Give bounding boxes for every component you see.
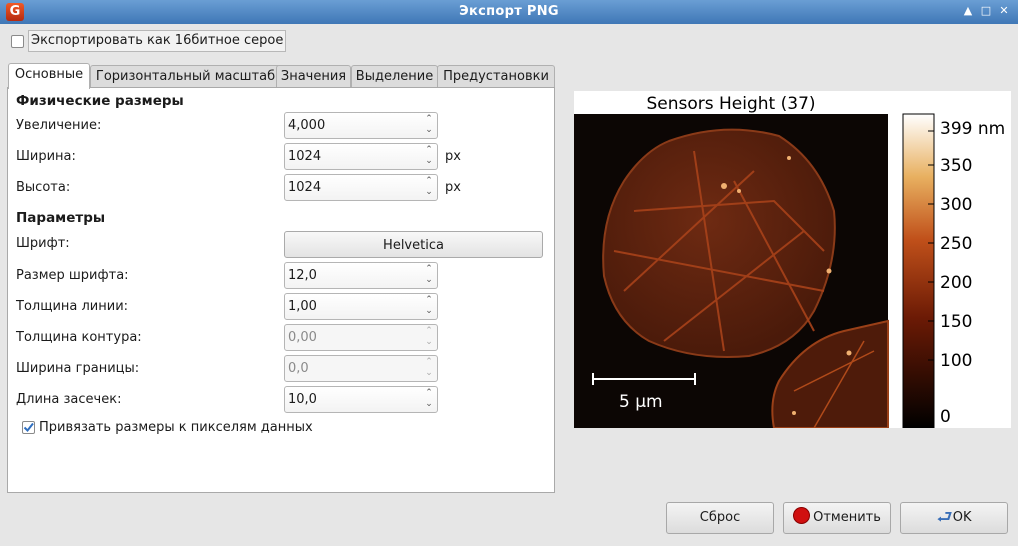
stop-icon [793, 507, 811, 524]
scale-bar-line [592, 378, 696, 380]
scale-bar-tick-right [694, 373, 696, 385]
window-title: Экспорт PNG [459, 4, 559, 19]
colorbar-tick-label: 399 nm [940, 119, 1005, 139]
height-stepper-arrows[interactable]: ⌃ ⌄ [423, 176, 435, 200]
tick-length-value[interactable]: 10,0 [288, 392, 317, 407]
colorbar-tick-label: 150 [940, 312, 972, 332]
parameters-heading: Параметры [16, 210, 106, 226]
width-label: Ширина: [16, 149, 76, 164]
title-bar: G Экспорт PNG ▲ □ ✕ [0, 0, 1018, 24]
snap-to-pixels-checkbox[interactable] [22, 421, 35, 434]
close-icon[interactable]: ✕ [997, 4, 1011, 18]
ok-button-label: OK [952, 510, 972, 525]
snap-to-pixels-label[interactable]: Привязать размеры к пикселям данных [39, 420, 313, 435]
preview-image: 5 µm Sensors Height (37) 399 nm 350 300 … [574, 94, 1005, 429]
cancel-button[interactable]: Отменить [783, 502, 891, 534]
reset-button-label: Сброс [699, 510, 741, 525]
ok-button[interactable]: ⮐OK [900, 502, 1008, 534]
cancel-button-label: Отменить [813, 510, 881, 525]
font-size-stepper-arrows[interactable]: ⌃ ⌄ [423, 264, 435, 288]
tick-length-stepper-arrows[interactable]: ⌃ ⌄ [423, 388, 435, 412]
reset-button[interactable]: Сброс [666, 502, 774, 534]
line-width-value[interactable]: 1,00 [288, 299, 317, 314]
font-size-spinner[interactable]: 12,0 ⌃ ⌄ [284, 262, 438, 289]
outline-width-value[interactable]: 0,00 [288, 330, 317, 345]
scale-bar-tick-left [592, 373, 594, 385]
font-label: Шрифт: [16, 236, 70, 251]
colorbar-tick-label: 100 [940, 351, 972, 371]
font-size-value[interactable]: 12,0 [288, 268, 317, 283]
height-spinner[interactable]: 1024 ⌃ ⌄ [284, 174, 438, 201]
tick-length-label: Длина засечек: [16, 392, 122, 407]
tab-basic[interactable]: Основные [8, 63, 90, 89]
colorbar-labels: 399 nm 350 300 250 200 150 100 0 [940, 119, 1005, 427]
border-width-spinner[interactable]: 0,0 ⌃ ⌄ [284, 355, 438, 382]
preview-area: 5 µm Sensors Height (37) 399 nm 350 300 … [574, 91, 1011, 429]
border-width-label: Ширина границы: [16, 361, 140, 376]
colorbar-tick-label: 300 [940, 195, 972, 215]
maximize-up-icon[interactable]: ▲ [961, 4, 975, 18]
export-16bit-label[interactable]: Экспортировать как 16битное серое [28, 30, 287, 52]
checkmark-icon [23, 422, 34, 433]
colorbar-tick-label: 250 [940, 234, 972, 254]
zoom-spinner[interactable]: 4,000 ⌃ ⌄ [284, 112, 438, 139]
width-value[interactable]: 1024 [288, 149, 321, 164]
font-button[interactable]: Helvetica [284, 231, 543, 258]
line-width-stepper-arrows[interactable]: ⌃ ⌄ [423, 295, 435, 319]
enter-arrow-icon: ⮐ [936, 507, 953, 528]
tick-length-spinner[interactable]: 10,0 ⌃ ⌄ [284, 386, 438, 413]
border-width-value[interactable]: 0,0 [288, 361, 309, 376]
tab-presets[interactable]: Предустановки [437, 65, 555, 88]
zoom-value[interactable]: 4,000 [288, 118, 325, 133]
colorbar-tick-label: 350 [940, 156, 972, 176]
export-16bit-checkbox[interactable] [11, 35, 24, 48]
colorbar-tick-label: 0 [940, 407, 951, 427]
zoom-label: Увеличение: [16, 118, 102, 133]
width-stepper-arrows[interactable]: ⌃ ⌄ [423, 145, 435, 169]
line-width-label: Толщина линии: [16, 299, 129, 314]
scale-bar-label: 5 µm [619, 392, 663, 412]
preview-title: Sensors Height (37) [646, 94, 815, 114]
line-width-spinner[interactable]: 1,00 ⌃ ⌄ [284, 293, 438, 320]
physical-dimensions-heading: Физические размеры [16, 93, 184, 109]
tab-values[interactable]: Значения [276, 65, 351, 88]
width-spinner[interactable]: 1024 ⌃ ⌄ [284, 143, 438, 170]
height-value[interactable]: 1024 [288, 180, 321, 195]
font-size-label: Размер шрифта: [16, 268, 129, 283]
colorbar-tick-label: 200 [940, 273, 972, 293]
width-unit: px [445, 149, 461, 164]
height-label: Высота: [16, 180, 71, 195]
border-width-stepper-arrows[interactable]: ⌃ ⌄ [423, 357, 435, 381]
tab-selection[interactable]: Выделение [351, 65, 438, 88]
outline-width-spinner[interactable]: 0,00 ⌃ ⌄ [284, 324, 438, 351]
zoom-stepper-arrows[interactable]: ⌃ ⌄ [423, 114, 435, 138]
colorbar [902, 113, 935, 429]
height-unit: px [445, 180, 461, 195]
outline-width-label: Толщина контура: [16, 330, 142, 345]
tab-horizontal-scale[interactable]: Горизонтальный масштаб [90, 65, 281, 88]
restore-icon[interactable]: □ [979, 4, 993, 18]
outline-width-stepper-arrows[interactable]: ⌃ ⌄ [423, 326, 435, 350]
